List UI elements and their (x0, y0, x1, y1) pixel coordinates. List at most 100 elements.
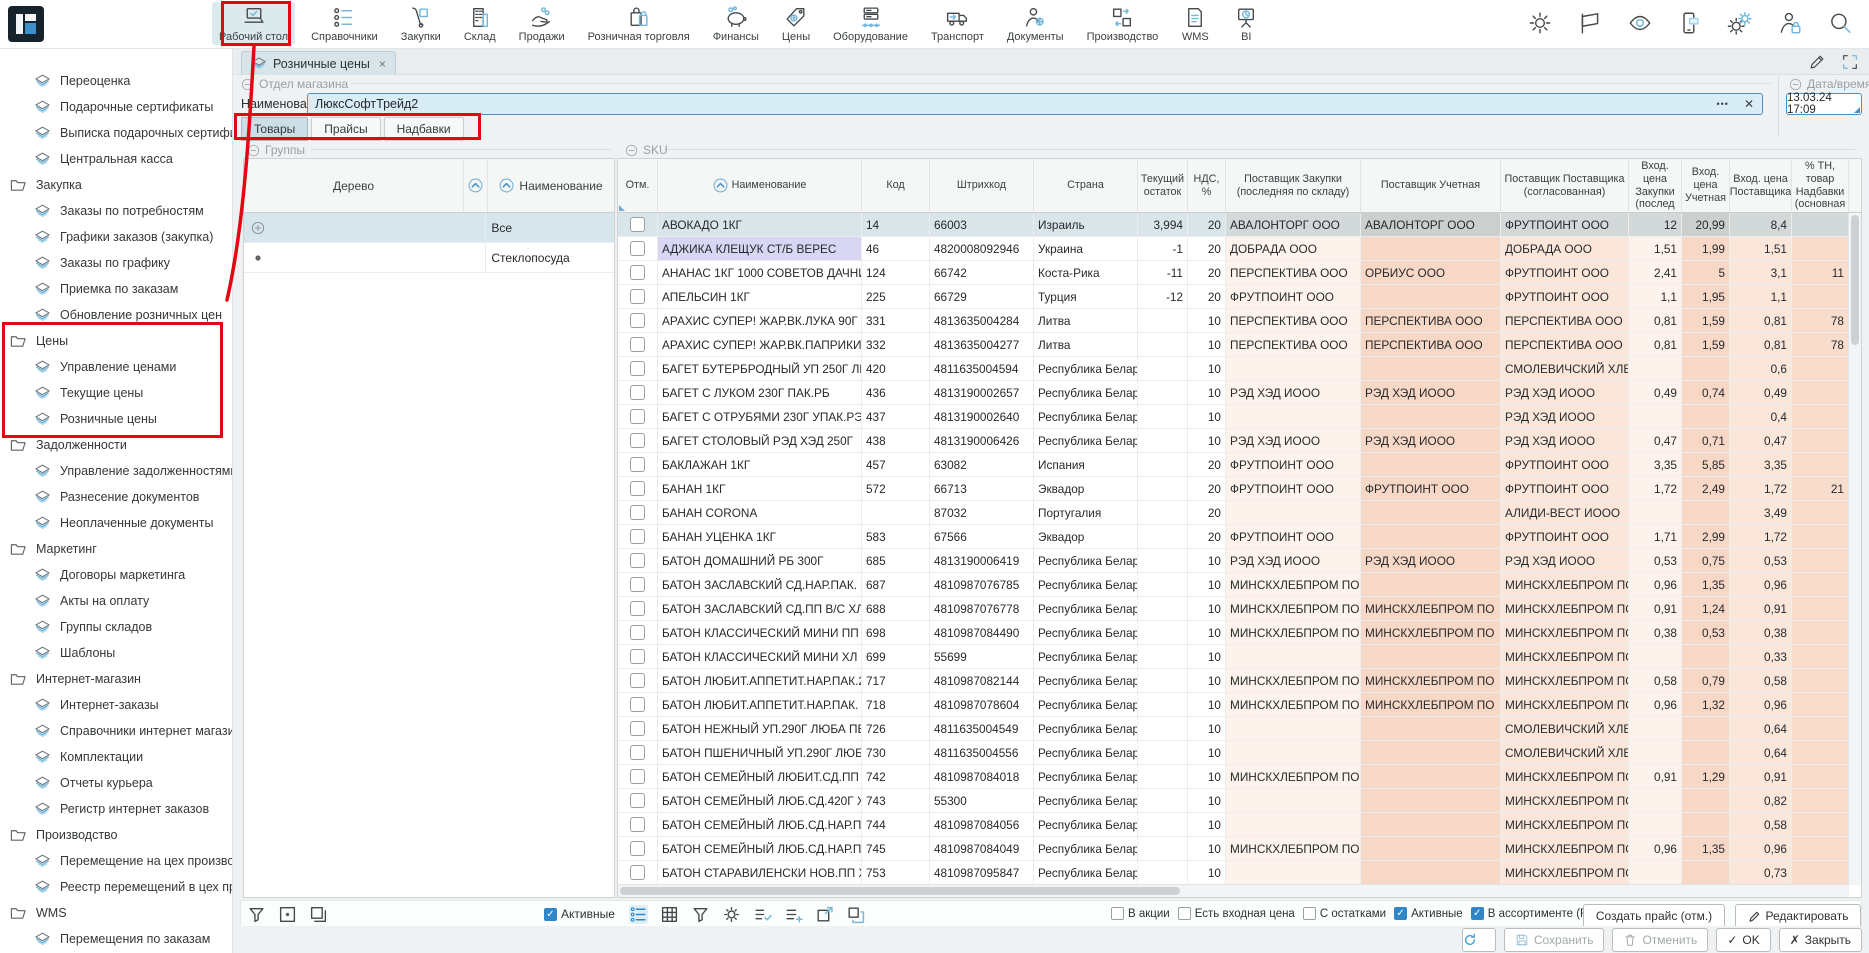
checkbox[interactable] (1178, 907, 1191, 920)
row-checkbox[interactable] (630, 673, 645, 688)
collapse-icon[interactable] (625, 144, 638, 157)
sidebar-item-26[interactable]: Комплектации (0, 744, 232, 770)
sidebar-item-10[interactable]: Цены (0, 328, 232, 354)
sku-col-header-8[interactable]: Поставщик Учетная (1361, 159, 1501, 212)
refresh-button[interactable] (1462, 928, 1496, 952)
sidebar-item-3[interactable]: Центральная касса (0, 146, 232, 172)
row-checkbox[interactable] (630, 217, 645, 232)
box-icon[interactable] (278, 905, 297, 924)
row-checkbox[interactable] (630, 625, 645, 640)
sku-col-header-5[interactable]: Текущий остаток (1138, 159, 1188, 212)
table-row-16[interactable]: БАТОН ЗАСЛАВСКИЙ СД.ПП В/С ХЛ68848109870… (618, 597, 1849, 621)
theme-icon[interactable] (1527, 10, 1553, 36)
table-row-19[interactable]: БАТОН ЛЮБИТ.АППЕТИТ.НАР.ПАК.271748109870… (618, 669, 1849, 693)
table-row-21[interactable]: БАТОН НЕЖНЫЙ УП.290Г ЛЮБА ПЕ726481163500… (618, 717, 1849, 741)
filter-3[interactable]: ✓Активные (1394, 907, 1463, 920)
sidebar-item-9[interactable]: Обновление розничных цен (0, 302, 232, 328)
row-checkbox[interactable] (630, 601, 645, 616)
table-row-17[interactable]: БАТОН КЛАССИЧЕСКИЙ МИНИ ПП69848109870844… (618, 621, 1849, 645)
close-button[interactable]: ✗ Закрыть (1779, 928, 1862, 952)
sidebar-item-22[interactable]: Шаблоны (0, 640, 232, 666)
tab-markups[interactable]: Надбавки (384, 117, 464, 141)
table-row-26[interactable]: БАТОН СЕМЕЙНЫЙ ЛЮБ.СД.НАР.П7454810987084… (618, 837, 1849, 861)
tab-goods[interactable]: Товары (241, 117, 308, 141)
sidebar-item-30[interactable]: Перемещение на цех производства (0, 848, 232, 874)
expand-plus-icon[interactable] (251, 221, 265, 235)
sidebar-item-0[interactable]: Переоценка (0, 68, 232, 94)
filter-4[interactable]: ✓В ассортименте (F4) (1471, 907, 1598, 920)
groups-col-tree[interactable]: Дерево (244, 159, 464, 212)
row-checkbox[interactable] (630, 721, 645, 736)
eye-icon[interactable] (1627, 10, 1653, 36)
cancel-button[interactable]: Отменить (1612, 928, 1708, 952)
fullscreen-icon[interactable] (1841, 53, 1859, 71)
lookup-dots-button[interactable]: ••• (1709, 99, 1735, 109)
table-row-8[interactable]: БАГЕТ С ОТРУБЯМИ 230Г УПАК.РЭД4374813190… (618, 405, 1849, 429)
tab-retail-prices[interactable]: Розничные цены × (241, 51, 396, 75)
sidebar-item-13[interactable]: Розничные цены (0, 406, 232, 432)
menu-item-finance[interactable]: Финансы (706, 2, 766, 45)
sku-col-header-0[interactable]: Отм. (618, 159, 658, 212)
sidebar-item-6[interactable]: Графики заказов (закупка) (0, 224, 232, 250)
sidebar-item-2[interactable]: Выписка подарочных сертификатов (0, 120, 232, 146)
sidebar-item-24[interactable]: Интернет-заказы (0, 692, 232, 718)
table-row-11[interactable]: БАНАН 1КГ57266713Эквадор20ФРУТПОИНТ ОООФ… (618, 477, 1849, 501)
menu-item-equipment[interactable]: Оборудование (826, 2, 915, 45)
table-row-10[interactable]: БАКЛАЖАН 1КГ45763082Испания20ФРУТПОИНТ О… (618, 453, 1849, 477)
row-checkbox[interactable] (630, 769, 645, 784)
menu-item-sales[interactable]: Продажи (512, 2, 572, 45)
list-view-icon[interactable] (629, 905, 648, 924)
clear-field-icon[interactable]: ✕ (1736, 97, 1762, 111)
menu-item-warehouse[interactable]: Склад (457, 2, 503, 45)
menu-item-purchases[interactable]: Закупки (394, 2, 448, 45)
row-checkbox[interactable] (630, 289, 645, 304)
table-row-14[interactable]: БАТОН ДОМАШНИЙ РБ 300Г6854813190006419Ре… (618, 549, 1849, 573)
row-checkbox[interactable] (630, 313, 645, 328)
sidebar-item-18[interactable]: Маркетинг (0, 536, 232, 562)
table-row-18[interactable]: БАТОН КЛАССИЧЕСКИЙ МИНИ ХЛ69955699Респуб… (618, 645, 1849, 669)
table-row-7[interactable]: БАГЕТ С ЛУКОМ 230Г ПАК.РБ436481319000265… (618, 381, 1849, 405)
filter-0[interactable]: В акции (1111, 907, 1170, 920)
sidebar-item-33[interactable]: Перемещения по заказам (0, 926, 232, 952)
feedback-icon[interactable] (1677, 10, 1703, 36)
list-check-icon[interactable] (753, 905, 772, 924)
sidebar-item-27[interactable]: Отчеты курьера (0, 770, 232, 796)
vertical-scrollbar[interactable] (1848, 213, 1861, 885)
row-checkbox[interactable] (630, 649, 645, 664)
sidebar-item-8[interactable]: Приемка по заказам (0, 276, 232, 302)
tab-pricelists[interactable]: Прайсы (311, 117, 380, 141)
edit-button[interactable]: Редактировать (1735, 904, 1861, 928)
sidebar-item-21[interactable]: Группы складов (0, 614, 232, 640)
sidebar-item-28[interactable]: Регистр интернет заказов (0, 796, 232, 822)
row-checkbox[interactable] (630, 409, 645, 424)
menu-item-transport[interactable]: Транспорт (924, 2, 991, 45)
sidebar-item-11[interactable]: Управление ценами (0, 354, 232, 380)
ok-button[interactable]: ✓ OK (1716, 928, 1770, 952)
table-row-12[interactable]: БАНАН CORONA87032Португалия20АЛИДИ-ВЕСТ … (618, 501, 1849, 525)
user-icon[interactable] (1777, 10, 1803, 36)
filter-1[interactable]: Есть входная цена (1178, 907, 1295, 920)
sidebar-item-23[interactable]: Интернет-магазин (0, 666, 232, 692)
table-row-13[interactable]: БАНАН УЦЕНКА 1КГ58367566Эквадор20ФРУТПОИ… (618, 525, 1849, 549)
collapse-icon[interactable] (247, 144, 260, 157)
sidebar-item-31[interactable]: Реестр перемещений в цех производст (0, 874, 232, 900)
sidebar-item-25[interactable]: Справочники интернет магазина (0, 718, 232, 744)
sidebar-item-17[interactable]: Неоплаченные документы (0, 510, 232, 536)
copy-icon[interactable] (846, 905, 865, 924)
list-add-icon[interactable] (784, 905, 803, 924)
menu-item-desktop[interactable]: Рабочий стол (212, 2, 295, 45)
sidebar-item-20[interactable]: Акты на оплату (0, 588, 232, 614)
table-row-9[interactable]: БАГЕТ СТОЛОВЫЙ РЭД ХЭД 250Г4384813190006… (618, 429, 1849, 453)
menu-item-production[interactable]: Производство (1080, 2, 1166, 45)
sku-col-header-12[interactable]: Вход. цена Поставщика (1730, 159, 1792, 212)
collapse-icon[interactable] (1789, 78, 1802, 91)
table-row-15[interactable]: БАТОН ЗАСЛАВСКИЙ СД.НАР.ПАК. 36874810987… (618, 573, 1849, 597)
sidebar-item-1[interactable]: Подарочные сертификаты (0, 94, 232, 120)
row-checkbox[interactable] (630, 361, 645, 376)
table-row-22[interactable]: БАТОН ПШЕНИЧНЫЙ УП.290Г ЛЮБ7304811635004… (618, 741, 1849, 765)
checkbox[interactable]: ✓ (544, 908, 557, 921)
store-name-input[interactable]: ЛюксСофтТрейд2 ••• ✕ (307, 93, 1763, 115)
stack-icon[interactable] (309, 905, 328, 924)
datetime-input[interactable]: 13.03.24 17:09 (1786, 93, 1862, 115)
table-row-0[interactable]: АВОКАДО 1КГ1466003Израиль3,99420АВАЛОНТО… (618, 213, 1849, 237)
